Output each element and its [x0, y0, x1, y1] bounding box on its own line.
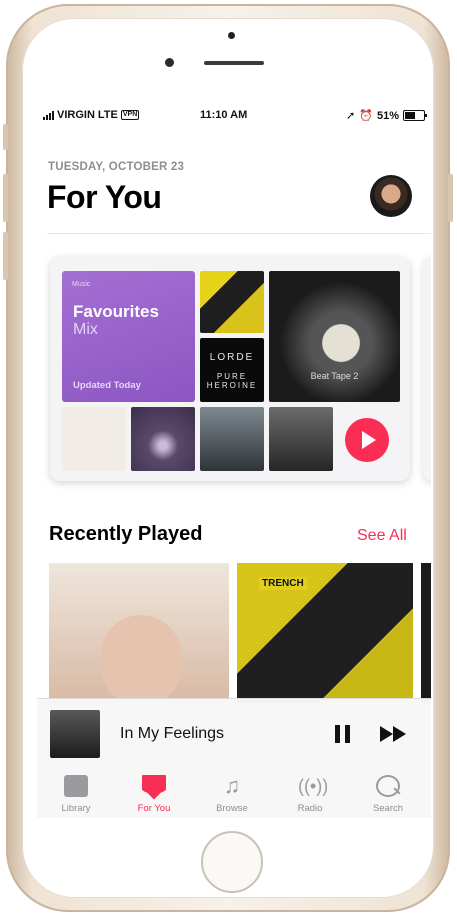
proximity-sensor — [165, 58, 174, 67]
next-card-peek[interactable] — [423, 257, 431, 481]
front-camera — [228, 32, 235, 39]
fast-forward-icon[interactable] — [380, 726, 408, 742]
network-type: LTE — [97, 109, 118, 121]
tab-library[interactable]: Library — [37, 768, 115, 818]
recently-played-title: Recently Played — [49, 523, 203, 545]
home-button[interactable] — [201, 831, 263, 893]
album-2-label: TRENCH — [259, 577, 307, 590]
signal-icon — [43, 110, 54, 120]
now-playing-art — [50, 710, 100, 758]
recent-album-3-peek[interactable] — [421, 563, 431, 703]
now-playing-song: In My Feelings — [120, 725, 225, 742]
header-divider — [47, 233, 431, 234]
tab-search[interactable]: Search — [349, 768, 427, 818]
tab-search-label: Search — [372, 803, 404, 814]
earpiece-speaker — [204, 61, 264, 65]
vpn-icon: VPN — [120, 110, 140, 120]
radio-icon: ((•)) — [298, 776, 329, 796]
favourites-mix-tile[interactable]: Music Favourites Mix Updated Today — [62, 271, 195, 402]
tab-for-you[interactable]: For You — [115, 768, 193, 818]
tab-radio[interactable]: ((•)) Radio — [271, 768, 349, 818]
search-icon — [376, 775, 400, 797]
volume-up-button — [3, 174, 8, 222]
volume-down-button — [3, 232, 8, 280]
favourites-mix-card[interactable]: Music Favourites Mix Updated Today LORDE… — [50, 257, 410, 481]
tab-for-you-label: For You — [137, 803, 171, 814]
status-time: 11:10 AM — [200, 109, 248, 121]
tab-radio-label: Radio — [297, 803, 323, 814]
battery-icon — [403, 110, 427, 121]
album-art-cats — [62, 407, 126, 471]
album-art-trench-small — [200, 271, 264, 333]
tab-library-label: Library — [61, 803, 91, 814]
album-art-pure-heroine: LORDE PURE HEROINE — [200, 338, 264, 402]
play-mix-button[interactable] — [345, 418, 389, 462]
library-icon — [64, 775, 88, 797]
power-button — [448, 174, 453, 222]
status-bar: VIRGIN LTE VPN 11:10 AM ➚ ⏰ 51% — [37, 103, 431, 127]
mix-updated-label: Updated Today — [73, 380, 141, 391]
screen: VIRGIN LTE VPN 11:10 AM ➚ ⏰ 51% TUESDAY,… — [37, 103, 431, 818]
album-lorde-title: PURE HEROINE — [206, 372, 258, 390]
alarm-icon: ⏰ — [359, 110, 373, 122]
recent-album-2[interactable]: TRENCH — [237, 563, 413, 703]
album-art-portrait — [269, 407, 333, 471]
album-art-beat-tape: Beat Tape 2 — [269, 271, 400, 402]
mix-subtitle: Mix — [73, 321, 98, 338]
page-title: For You — [47, 179, 162, 215]
album-art-purple — [131, 407, 195, 471]
album-cover-portrait — [101, 615, 181, 707]
tab-bar: Library For You ♫ Browse ((•)) Radio Sea… — [37, 768, 431, 818]
mute-switch — [3, 124, 8, 150]
mix-title: Favourites — [73, 302, 159, 321]
header-date: TUESDAY, OCTOBER 23 — [48, 161, 185, 173]
album-art-tower — [200, 407, 264, 471]
tab-browse[interactable]: ♫ Browse — [193, 768, 271, 818]
location-icon: ➚ — [346, 110, 356, 122]
album-lorde-artist: LORDE — [209, 352, 255, 363]
mini-player[interactable]: In My Feelings — [37, 698, 431, 770]
apple-music-logo: Music — [72, 281, 91, 288]
recent-album-1[interactable] — [49, 563, 229, 707]
pause-icon[interactable] — [335, 725, 351, 743]
album-beat-tape-title: Beat Tape 2 — [310, 371, 359, 381]
carrier-name: VIRGIN — [57, 109, 95, 121]
tab-browse-label: Browse — [216, 803, 248, 814]
avatar[interactable] — [370, 175, 412, 217]
music-note-icon: ♫ — [223, 773, 241, 798]
see-all-link[interactable]: See All — [357, 527, 407, 545]
battery-percent: 51% — [376, 109, 399, 122]
